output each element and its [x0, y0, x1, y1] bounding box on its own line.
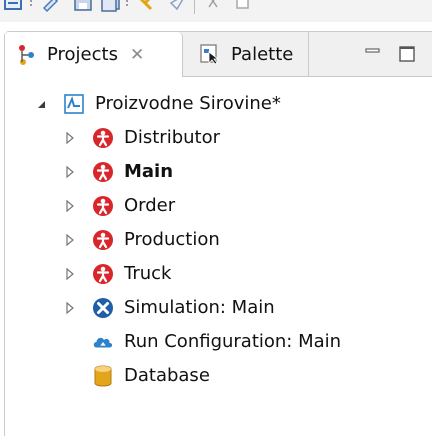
tree-item[interactable]: Order — [6, 189, 430, 223]
app-window: Projects ✕ Palette Proizvodne Sirovine* … — [0, 0, 432, 436]
tree-item-label: Distributor — [124, 127, 221, 148]
tree-item-label: Main — [124, 161, 174, 182]
tree-item[interactable]: Distributor — [6, 121, 430, 155]
agent-icon — [92, 195, 114, 217]
close-icon[interactable]: ✕ — [130, 45, 144, 65]
agent-icon — [92, 161, 114, 183]
projects-icon — [16, 44, 38, 66]
project-label: Proizvodne Sirovine* — [95, 93, 281, 114]
collapsed-arrow-icon[interactable] — [63, 165, 77, 179]
tree-item-label: Database — [124, 365, 210, 386]
tree-item[interactable]: Database — [6, 359, 430, 393]
tab-palette-label: Palette — [231, 43, 294, 65]
tree-item-label: Run Configuration: Main — [124, 331, 342, 352]
toolbar-separator — [194, 0, 195, 14]
tree-item-label: Simulation: Main — [124, 297, 275, 318]
palette-icon — [199, 43, 221, 65]
tree-item-label: Production — [124, 229, 220, 250]
collapsed-arrow-icon[interactable] — [63, 301, 77, 315]
tree-item[interactable]: Run Configuration: Main — [6, 325, 430, 359]
minimize-icon[interactable] — [363, 45, 383, 61]
tree-item[interactable]: Main — [6, 155, 430, 189]
toolbar-separator — [30, 0, 32, 14]
pin-icon[interactable] — [166, 0, 188, 14]
collapsed-arrow-icon[interactable] — [63, 267, 77, 281]
agent-icon — [92, 229, 114, 251]
tree-item-label: Order — [124, 195, 176, 216]
tree-item[interactable]: Truck — [6, 257, 430, 291]
tree-item-label: Truck — [124, 263, 172, 284]
main-toolbar — [0, 0, 432, 22]
view-tab-bar: Projects ✕ Palette — [5, 32, 432, 77]
agent-icon — [92, 263, 114, 285]
model-icon — [63, 93, 85, 115]
build-icon[interactable] — [134, 0, 156, 14]
cloud-icon — [92, 331, 114, 353]
database-icon — [92, 365, 114, 387]
tree-item[interactable]: Production — [6, 223, 430, 257]
collapsed-arrow-icon[interactable] — [63, 131, 77, 145]
tab-palette[interactable]: Palette — [183, 32, 309, 76]
tab-projects-label: Projects — [47, 44, 118, 65]
tree-item[interactable]: Simulation: Main — [6, 291, 430, 325]
copy-icon[interactable] — [232, 0, 254, 14]
tab-projects[interactable]: Projects ✕ — [5, 32, 183, 77]
run-icon[interactable] — [2, 0, 24, 14]
collapsed-arrow-icon[interactable] — [63, 199, 77, 213]
simulation-icon — [92, 297, 114, 319]
projects-view: Projects ✕ Palette Proizvodne Sirovine* … — [0, 31, 432, 436]
collapsed-arrow-icon[interactable] — [63, 233, 77, 247]
cut-icon[interactable] — [202, 0, 224, 14]
pencil-icon[interactable] — [40, 0, 62, 14]
expanded-arrow-icon[interactable] — [34, 97, 48, 111]
save-all-icon[interactable] — [100, 0, 122, 14]
tree-project-root[interactable]: Proizvodne Sirovine* — [6, 87, 430, 121]
project-tree: Proizvodne Sirovine* Distributor Main Or… — [6, 87, 430, 393]
maximize-icon[interactable] — [397, 45, 417, 62]
toolbar-separator — [126, 0, 128, 14]
agent-icon — [92, 127, 114, 149]
save-icon[interactable] — [72, 0, 94, 14]
